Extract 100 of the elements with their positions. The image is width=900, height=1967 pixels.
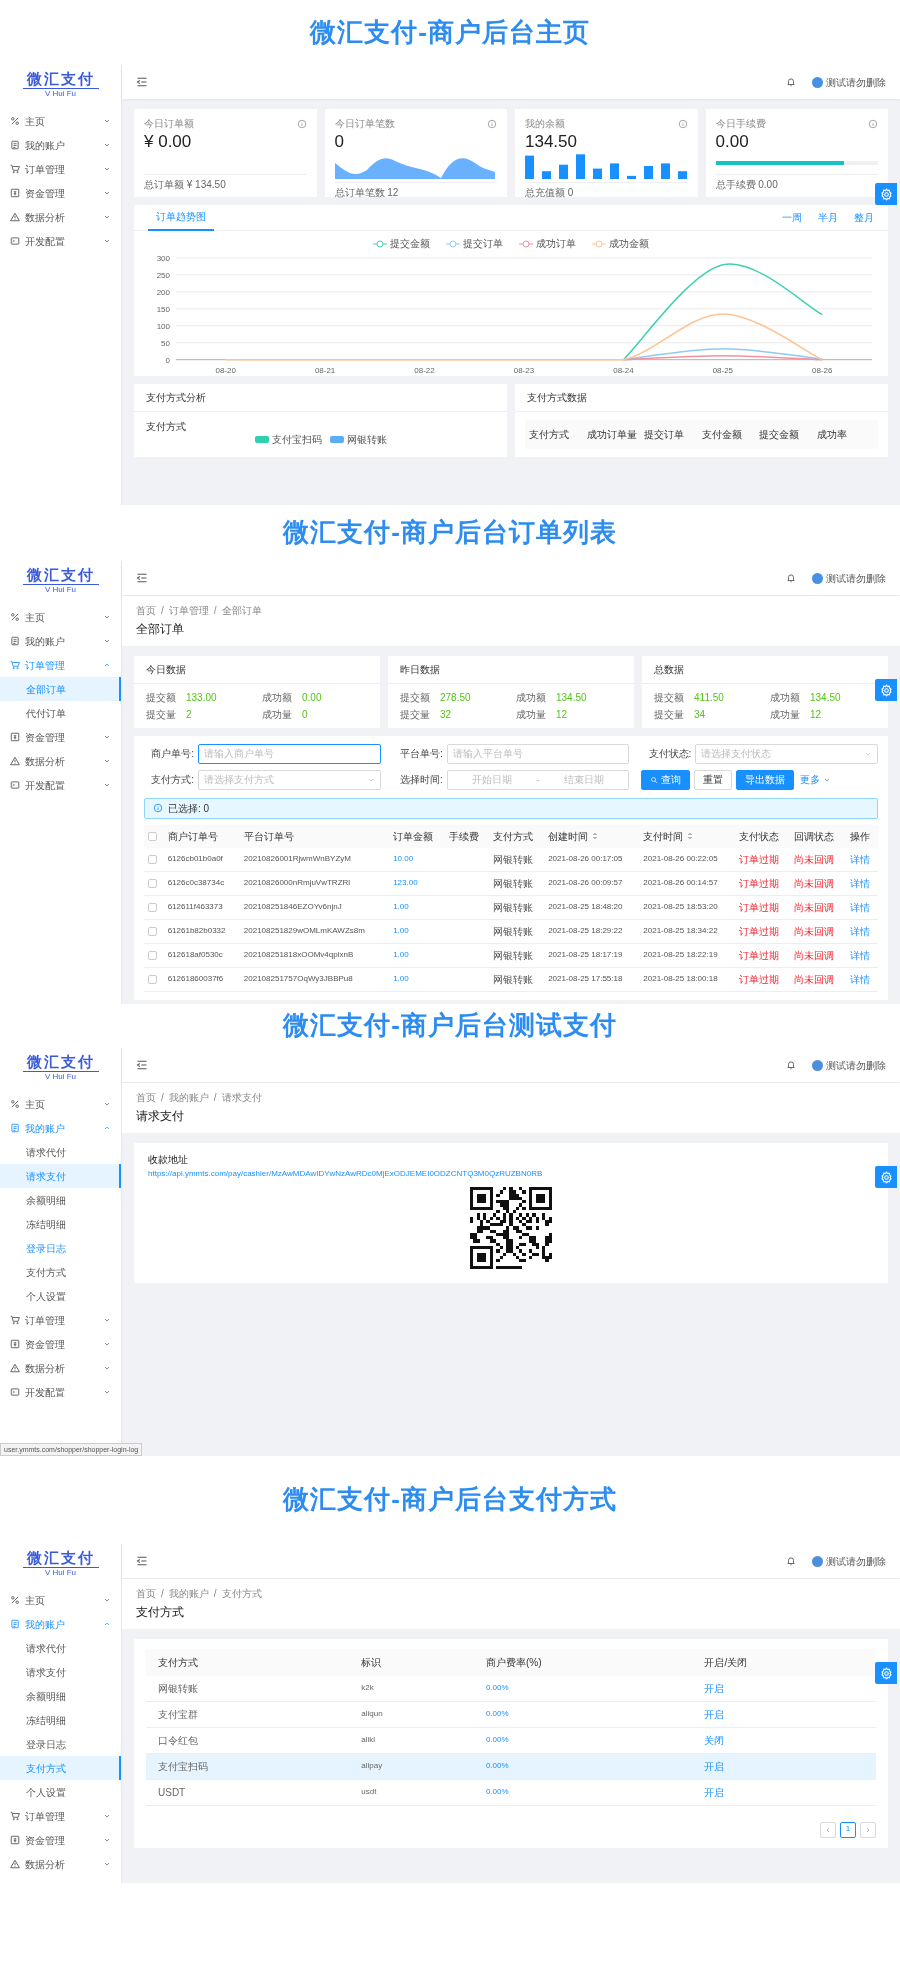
stat-value: 34	[694, 707, 707, 721]
breadcrumb-link[interactable]: 支付方式	[221, 1587, 262, 1600]
field-label: 平台单号:	[398, 747, 443, 761]
table-cell: USDT	[146, 1779, 350, 1806]
legend-item[interactable]: 提交金额	[373, 237, 430, 250]
page-heading: 微汇支付-商户后台支付方式	[281, 1483, 618, 1517]
table-cell: 网银转账	[488, 919, 545, 944]
user-menu[interactable]: 测试请勿删除	[812, 75, 886, 89]
sidebar-subitem[interactable]: 登录日志	[0, 1732, 121, 1756]
sidebar-subitem[interactable]: 代付订单	[0, 701, 121, 725]
table-cell: 202108251818xOOMv4qplxnB	[239, 943, 390, 968]
breadcrumb-link[interactable]: 首页	[136, 1587, 156, 1600]
breadcrumb-link[interactable]: 全部订单	[221, 604, 262, 617]
stat-value: 411.50	[694, 690, 725, 704]
table-row[interactable]: 支付宝群 aliqun 0.00% 开启	[146, 1701, 876, 1728]
sidebar-subitem[interactable]: 冻结明细	[0, 1708, 121, 1732]
user-menu[interactable]: 测试请勿删除	[812, 571, 886, 585]
table-cell: 2021-08-26 00:17:05	[544, 847, 640, 872]
table-cell: 202108251846EZOYv6njnJ	[239, 895, 390, 920]
sidebar-subitem[interactable]: 请求代付	[0, 1636, 121, 1660]
table-cell: 尚未回调	[790, 847, 846, 872]
sidebar-item[interactable]: 资金管理	[0, 1332, 121, 1356]
page-heading: 微汇支付-商户后台测试支付	[281, 1009, 618, 1043]
sidebar-item[interactable]: 订单管理	[0, 1804, 121, 1828]
sidebar-subitem[interactable]: 余额明细	[0, 1188, 121, 1212]
page-heading: 微汇支付-商户后台主页	[308, 15, 591, 49]
sidebar-item[interactable]: 主页	[0, 1092, 121, 1116]
column-header: 支付方式	[529, 427, 570, 441]
page-title: 支付方式	[136, 1605, 185, 1621]
sidebar-item[interactable]: 数据分析	[0, 749, 121, 773]
stat-value: 134.50	[556, 690, 588, 704]
sidebar-item[interactable]: 资金管理	[0, 1828, 121, 1852]
sidebar-subitem[interactable]: 个人设置	[0, 1284, 121, 1308]
sidebar-item[interactable]: 开发配置	[0, 773, 121, 797]
action-button[interactable]: 重置	[694, 769, 733, 790]
stat-label: 提交额	[400, 690, 430, 704]
table-cell: 20210826001RjwmWnBYZyM	[239, 847, 390, 872]
sidebar-item[interactable]: 资金管理	[0, 181, 121, 205]
table-cell: 6126c0c38734c	[163, 871, 240, 896]
axis-label: 08-20	[215, 365, 236, 375]
sidebar-item[interactable]: 主页	[0, 1588, 121, 1612]
breadcrumb-separator: /	[213, 1091, 217, 1104]
table-cell: 尚未回调	[790, 919, 846, 944]
sidebar-item[interactable]: 数据分析	[0, 1852, 121, 1876]
column-header: 商户订单号	[167, 829, 218, 843]
sidebar-subitem[interactable]: 冻结明细	[0, 1212, 121, 1236]
logo-subtitle: V Hui Fu	[22, 1566, 99, 1578]
table-cell: 2021-08-25 17:55:18	[544, 967, 640, 992]
sidebar-item[interactable]: 主页	[0, 109, 121, 133]
sidebar-subitem[interactable]: 请求代付	[0, 1140, 121, 1164]
table-cell: 2021-08-26 00:14:57	[639, 871, 735, 896]
sidebar-item[interactable]: 我的账户	[0, 629, 121, 653]
table-cell: 网银转账	[488, 895, 545, 920]
stat-label: 成功额	[262, 690, 292, 704]
breadcrumb-link[interactable]: 请求支付	[221, 1091, 262, 1104]
table-row[interactable]: 网银转账 k2k 0.00% 开启	[146, 1675, 876, 1702]
table-cell: 1.00	[389, 967, 445, 992]
legend-item[interactable]: 提交订单	[446, 237, 503, 250]
breadcrumb-link[interactable]: 订单管理	[168, 604, 209, 617]
sidebar-item[interactable]: 主页	[0, 605, 121, 629]
user-menu[interactable]: 测试请勿删除	[812, 1554, 886, 1568]
sidebar-item[interactable]: 数据分析	[0, 1356, 121, 1380]
stat-value: 32	[440, 707, 453, 721]
column-header: 支付方式	[492, 829, 533, 843]
user-menu[interactable]: 测试请勿删除	[812, 1058, 886, 1072]
table-cell: 尚未回调	[790, 895, 846, 920]
breadcrumb-link[interactable]: 我的账户	[168, 1587, 209, 1600]
table-cell: 订单过期	[734, 847, 790, 872]
table-cell: 0.00%	[473, 1727, 693, 1754]
table-cell: 61261860037f6	[163, 967, 240, 992]
sidebar-item[interactable]: 开发配置	[0, 229, 121, 253]
sidebar-item[interactable]: 开发配置	[0, 1380, 121, 1404]
table-row[interactable]: 口令红包 alikl 0.00% 关闭	[146, 1727, 876, 1754]
column-header: 提交订单	[644, 427, 685, 441]
breadcrumb-link[interactable]: 我的账户	[168, 1091, 209, 1104]
sidebar-subitem[interactable]: 支付方式	[0, 1260, 121, 1284]
table-row[interactable]: USDT usdt 0.00% 开启	[146, 1779, 876, 1806]
table-cell: 0.00%	[473, 1779, 693, 1806]
field-label: 支付状态:	[647, 747, 692, 761]
breadcrumb-link[interactable]: 首页	[136, 604, 156, 617]
table-row[interactable]: 支付宝扫码 alipay 0.00% 开启	[146, 1753, 876, 1780]
sidebar-item[interactable]: 资金管理	[0, 725, 121, 749]
sidebar-subitem[interactable]: 个人设置	[0, 1780, 121, 1804]
breadcrumb-link[interactable]: 首页	[136, 1091, 156, 1104]
sidebar-item[interactable]: 订单管理	[0, 1308, 121, 1332]
sidebar-subitem[interactable]: 请求支付	[0, 1660, 121, 1684]
sidebar-item[interactable]: 我的账户	[0, 133, 121, 157]
sidebar-item[interactable]: 订单管理	[0, 157, 121, 181]
table-cell: 612611f463373	[163, 895, 240, 920]
legend-item[interactable]: 网银转账	[329, 432, 387, 446]
sidebar-subitem[interactable]: 余额明细	[0, 1684, 121, 1708]
legend-item[interactable]: 成功订单	[519, 237, 576, 250]
legend-item[interactable]: 成功金额	[592, 237, 649, 250]
panel-label: 支付方式	[146, 419, 187, 433]
table-cell: 订单过期	[734, 871, 790, 896]
sidebar-item[interactable]: 数据分析	[0, 205, 121, 229]
column-header: 手续费	[448, 829, 479, 843]
table-cell: 1.00	[389, 895, 445, 920]
legend-item[interactable]: 支付宝扫码	[254, 432, 322, 446]
axis-label: 200	[156, 287, 170, 297]
